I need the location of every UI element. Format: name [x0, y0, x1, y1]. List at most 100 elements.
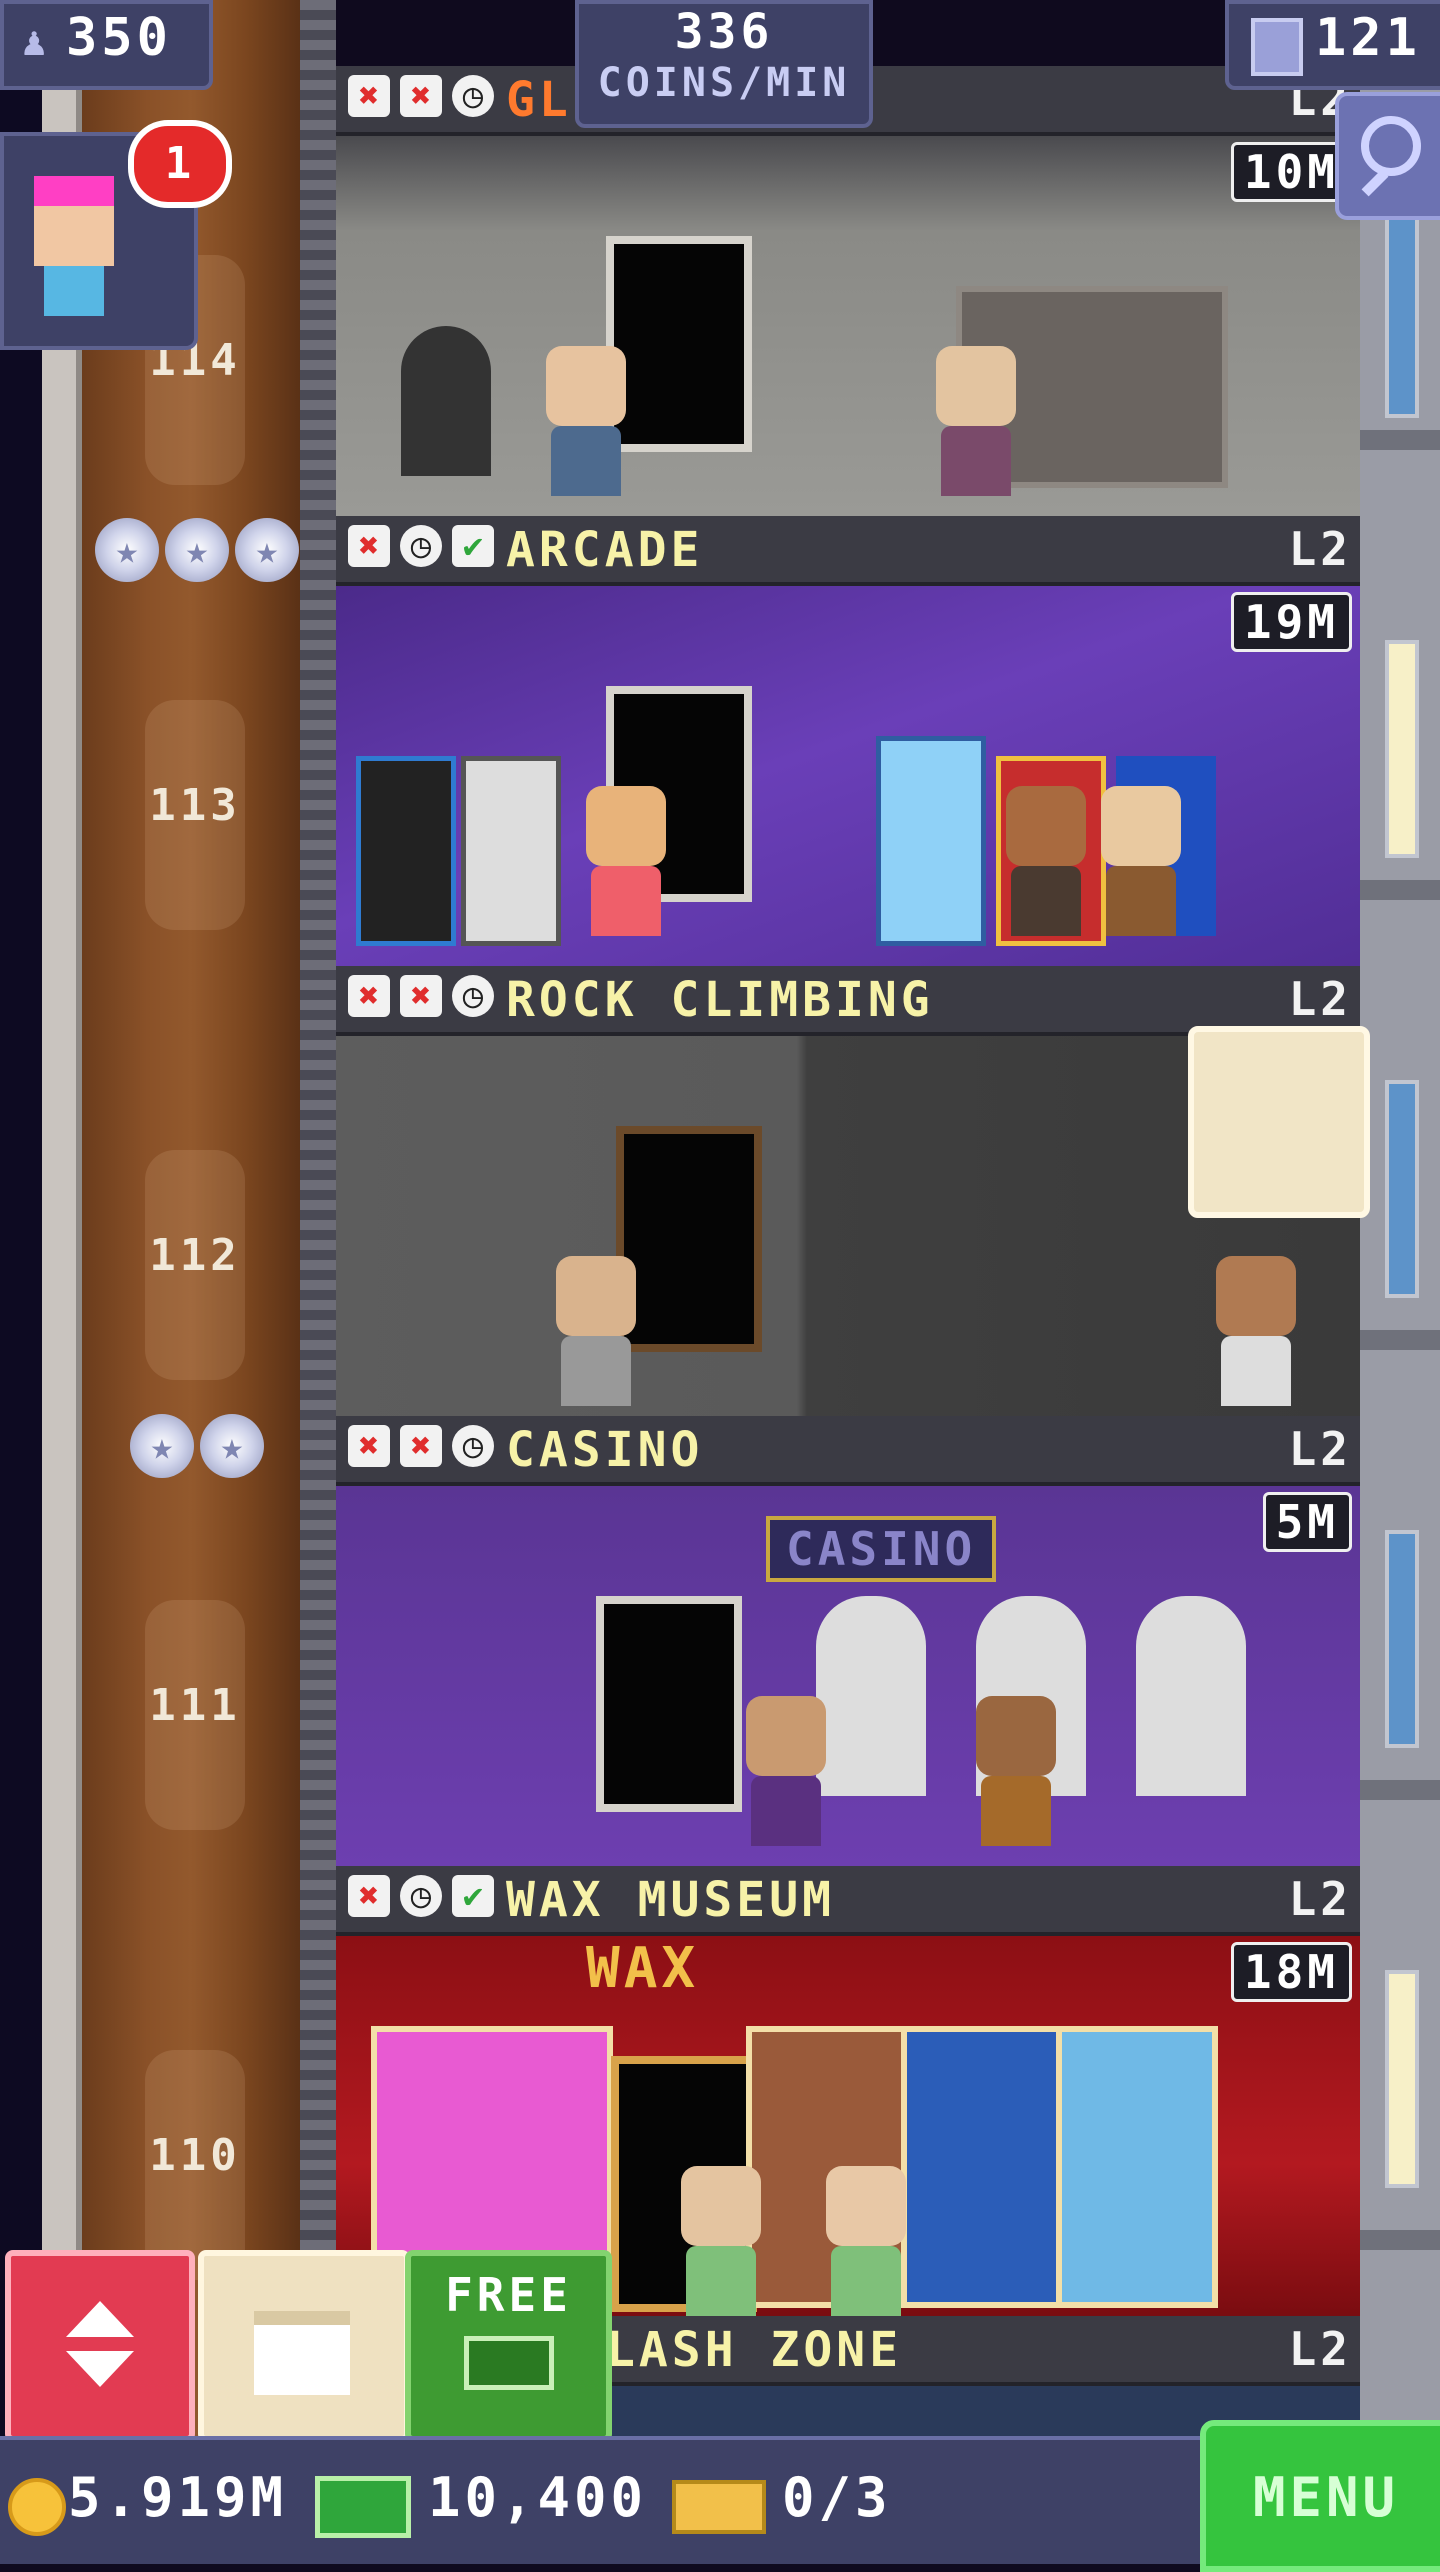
visitor[interactable] — [936, 346, 1016, 496]
slot-machine — [816, 1596, 926, 1796]
green-check-icon: ✔ — [452, 525, 494, 567]
shaft-edge — [300, 0, 336, 2560]
star-icon: ★ — [235, 518, 299, 582]
floor-level: L2 — [1288, 1422, 1352, 1476]
visitor[interactable] — [586, 786, 666, 936]
menu-button[interactable]: MENU — [1200, 2420, 1440, 2572]
floor-price-badge: 19M — [1230, 592, 1352, 652]
floor-header: ✖ ◷ ✔ ARCADE L2 — [336, 516, 1360, 586]
window — [1385, 1080, 1419, 1298]
visitor[interactable] — [681, 2166, 761, 2316]
floor-level: L2 — [1288, 972, 1352, 1026]
population-icon: ♟ — [22, 19, 47, 65]
room-scene[interactable]: 19M — [336, 586, 1360, 966]
visitor-avatar — [34, 176, 114, 326]
arcade-cabinet — [461, 756, 561, 946]
floor-price-badge: 18M — [1230, 1942, 1352, 2002]
coins-rate-value: 336 — [674, 4, 774, 60]
visitor[interactable] — [546, 346, 626, 496]
coin-icon — [8, 2478, 66, 2536]
magnifier-handle — [1361, 169, 1389, 197]
bux-icon — [463, 2336, 554, 2390]
floor-count-value: 121 — [1315, 8, 1421, 68]
red-x-icon: ✖ — [348, 1875, 390, 1917]
notification-badge[interactable]: 1 — [128, 120, 232, 208]
arcade-cabinet — [356, 756, 456, 946]
bux-value: 10,400 — [428, 2466, 648, 2529]
window — [1385, 1530, 1419, 1748]
population-value: 350 — [66, 8, 172, 68]
visitor[interactable] — [826, 2166, 906, 2316]
floor-name: WAX MUSEUM — [506, 1872, 835, 1928]
visitor[interactable] — [1216, 1256, 1296, 1406]
red-x-icon: ✖ — [348, 1425, 390, 1467]
menu-label: MENU — [1252, 2466, 1400, 2529]
floor-header: ✖ ✖ ◷ CASINO L2 — [336, 1416, 1360, 1486]
wax-display-sky — [1056, 2026, 1218, 2308]
claw-machine — [876, 736, 986, 946]
window-lit — [1385, 1970, 1419, 2188]
visitor[interactable] — [976, 1696, 1056, 1846]
red-x-icon: ✖ — [400, 975, 442, 1017]
bux-icon — [315, 2476, 411, 2538]
zoom-search-button[interactable] — [1335, 92, 1440, 220]
room-scene[interactable]: 10M — [336, 136, 1360, 516]
crate-icon — [254, 2311, 350, 2395]
clock-icon: ◷ — [452, 975, 494, 1017]
floor-level: L2 — [1288, 1872, 1352, 1926]
wax-sign: WAX — [586, 1936, 700, 2001]
tickets-value: 0/3 — [782, 2466, 892, 2529]
visitor[interactable] — [1006, 786, 1086, 936]
casino-sign: CASINO — [766, 1516, 997, 1582]
down-arrow-icon — [66, 2351, 134, 2387]
up-arrow-icon — [66, 2301, 134, 2337]
floor-price-badge: 5M — [1262, 1492, 1352, 1552]
window-lit — [1385, 640, 1419, 858]
star-icon: ★ — [95, 518, 159, 582]
floor-number-113: 113 — [145, 700, 245, 930]
clock-icon: ◷ — [400, 525, 442, 567]
elevator-up-down-button[interactable] — [5, 2250, 195, 2442]
crate-reward-button[interactable] — [1188, 1026, 1370, 1218]
floor-name: LASH ZONE — [606, 2322, 903, 2378]
floor-number-111: 111 — [145, 1600, 245, 1830]
star-icon: ★ — [165, 518, 229, 582]
free-label: FREE — [445, 2268, 572, 2322]
room-scene[interactable]: 5M CASINO — [336, 1486, 1360, 1866]
floor-name: ARCADE — [506, 522, 704, 578]
visitor[interactable] — [746, 1696, 826, 1846]
floor-level: L2 — [1288, 522, 1352, 576]
floor-111[interactable]: ✖ ✖ ◷ CASINO L2 5M CASINO — [336, 1416, 1360, 1866]
floor-name: CASINO — [506, 1422, 704, 1478]
population-counter[interactable]: ♟ 350 — [0, 0, 213, 90]
room-door — [596, 1596, 742, 1812]
star-icon: ★ — [130, 1414, 194, 1478]
crate-button[interactable] — [198, 2250, 410, 2442]
oven — [401, 326, 491, 476]
space-background — [0, 0, 42, 2560]
coins-value: 5.919M — [68, 2466, 288, 2529]
red-x-icon: ✖ — [348, 975, 390, 1017]
floor-level: L2 — [1288, 2322, 1352, 2376]
free-bux-button[interactable]: FREE — [405, 2250, 612, 2442]
building-icon — [1251, 18, 1303, 76]
red-x-icon: ✖ — [348, 75, 390, 117]
floor-number-110: 110 — [145, 2050, 245, 2280]
floor-price-badge: 10M — [1230, 142, 1352, 202]
floor-113[interactable]: ✖ ◷ ✔ ARCADE L2 19M — [336, 516, 1360, 966]
floor-counter[interactable]: 121 — [1225, 0, 1440, 90]
floor-114[interactable]: ✖ ✖ ◷ GL IO L2 10M — [336, 66, 1360, 516]
clock-icon: ◷ — [400, 1875, 442, 1917]
floor-number-112: 112 — [145, 1150, 245, 1380]
floor-110[interactable]: ✖ ◷ ✔ WAX MUSEUM L2 18M WAX — [336, 1866, 1360, 2316]
coins-rate-panel[interactable]: 336 COINS/MIN — [575, 0, 873, 128]
room-door — [616, 1126, 762, 1352]
red-x-icon: ✖ — [400, 75, 442, 117]
visitor[interactable] — [1101, 786, 1181, 936]
ticket-icon — [672, 2480, 766, 2534]
visitor[interactable] — [556, 1256, 636, 1406]
star-rating-114: ★ ★ ★ — [95, 518, 299, 582]
wax-display-blue — [901, 2026, 1063, 2308]
red-x-icon: ✖ — [348, 525, 390, 567]
room-door — [606, 236, 752, 452]
